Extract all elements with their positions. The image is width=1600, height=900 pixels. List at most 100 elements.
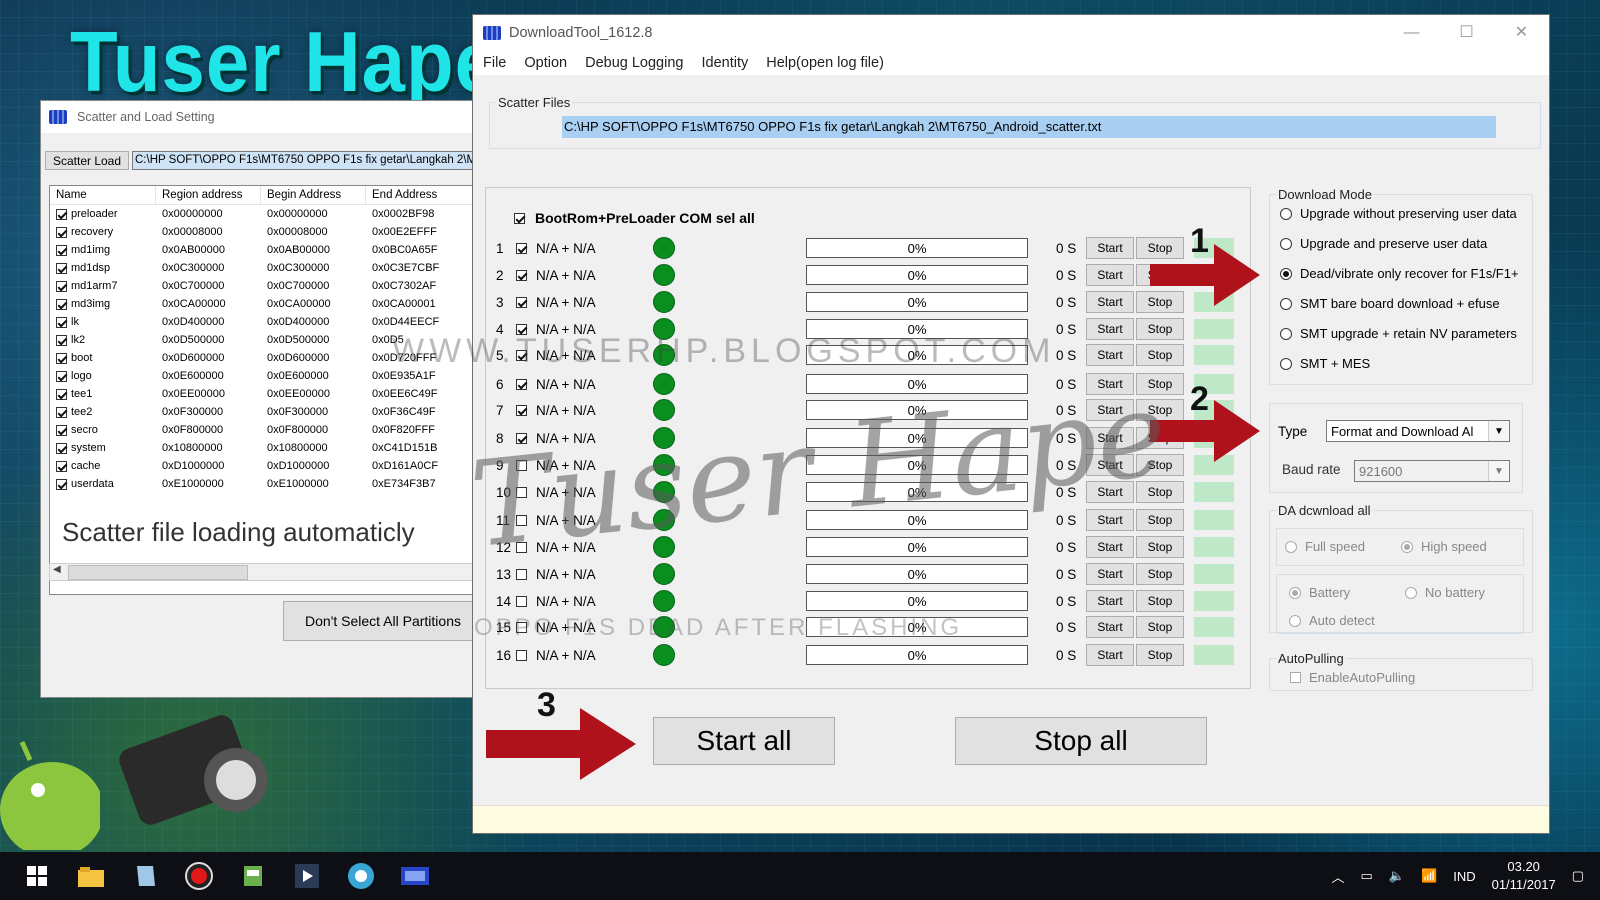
menu-debug-logging[interactable]: Debug Logging xyxy=(585,55,683,71)
port-start-button[interactable]: Start xyxy=(1086,264,1134,286)
type-select[interactable]: Format and Download Al ▼ xyxy=(1326,420,1510,442)
table-row[interactable]: tee2 0x0F300000 0x0F300000 0x0F36C49F xyxy=(50,403,474,421)
partition-checkbox[interactable] xyxy=(56,244,67,256)
chevron-down-icon[interactable]: ▼ xyxy=(1488,421,1509,441)
port-stop-button[interactable]: Stop xyxy=(1136,563,1184,585)
menu-option[interactable]: Option xyxy=(524,55,567,71)
port-stop-button[interactable]: Stop xyxy=(1136,644,1184,666)
port-start-button[interactable]: Start xyxy=(1086,616,1134,638)
partition-checkbox[interactable] xyxy=(56,334,67,346)
download-tool-icon[interactable] xyxy=(398,859,432,893)
download-mode-option[interactable]: Dead/vibrate only recover for F1s/F1+ xyxy=(1280,266,1519,281)
minimize-icon[interactable]: — xyxy=(1384,15,1439,51)
start-all-button[interactable]: Start all xyxy=(653,717,835,765)
partition-checkbox[interactable] xyxy=(56,442,67,454)
table-row[interactable]: cache 0xD1000000 0xD1000000 0xD161A0CF xyxy=(50,457,474,475)
menu-file[interactable]: File xyxy=(483,55,506,71)
table-row[interactable]: md3img 0x0CA00000 0x0CA00000 0x0CA00001 xyxy=(50,295,474,313)
port-start-button[interactable]: Start xyxy=(1086,536,1134,558)
network-icon[interactable]: 📶 xyxy=(1421,868,1437,884)
stop-all-button[interactable]: Stop all xyxy=(955,717,1207,765)
menu-help[interactable]: Help(open log file) xyxy=(766,55,884,71)
full-speed-radio[interactable] xyxy=(1285,540,1297,553)
port-start-button[interactable]: Start xyxy=(1086,291,1134,313)
partition-checkbox[interactable] xyxy=(56,370,67,382)
clock[interactable]: 03.20 01/11/2017 xyxy=(1492,858,1556,894)
partition-checkbox[interactable] xyxy=(56,406,67,418)
table-row[interactable]: tee1 0x0EE00000 0x0EE00000 0x0EE6C49F xyxy=(50,385,474,403)
column-header-begin[interactable]: Begin Address xyxy=(261,186,366,204)
scatter-load-button[interactable]: Scatter Load xyxy=(45,151,129,170)
partition-checkbox[interactable] xyxy=(56,478,67,490)
column-header-end[interactable]: End Address xyxy=(366,186,474,204)
partition-checkbox[interactable] xyxy=(56,208,67,220)
port-checkbox[interactable] xyxy=(516,269,527,281)
port-checkbox[interactable] xyxy=(516,568,527,580)
battery-icon[interactable]: ▭ xyxy=(1361,868,1373,884)
download-mode-radio[interactable] xyxy=(1280,237,1292,250)
port-start-button[interactable]: Start xyxy=(1086,563,1134,585)
port-checkbox[interactable] xyxy=(516,595,527,607)
partition-checkbox[interactable] xyxy=(56,262,67,274)
baud-rate-select[interactable]: 921600 ▼ xyxy=(1354,460,1510,482)
menu-identity[interactable]: Identity xyxy=(701,55,748,71)
port-checkbox[interactable] xyxy=(516,242,527,254)
table-row[interactable]: userdata 0xE1000000 0xE1000000 0xE734F3B7 xyxy=(50,475,474,493)
port-start-button[interactable]: Start xyxy=(1086,344,1134,366)
volume-icon[interactable]: 🔈 xyxy=(1389,868,1405,884)
auto-detect-radio[interactable] xyxy=(1289,614,1301,627)
table-row[interactable]: secro 0x0F800000 0x0F800000 0x0F820FFF xyxy=(50,421,474,439)
maximize-icon[interactable]: ☐ xyxy=(1439,15,1494,51)
partition-checkbox[interactable] xyxy=(56,316,67,328)
port-checkbox[interactable] xyxy=(516,649,527,661)
port-checkbox[interactable] xyxy=(516,296,527,308)
partition-checkbox[interactable] xyxy=(56,352,67,364)
partition-checkbox[interactable] xyxy=(56,298,67,310)
table-row[interactable]: md1img 0x0AB00000 0x0AB00000 0x0BC0A65F xyxy=(50,241,474,259)
partition-checkbox[interactable] xyxy=(56,388,67,400)
high-speed-option[interactable]: High speed xyxy=(1401,539,1487,554)
port-start-button[interactable]: Start xyxy=(1086,237,1134,259)
download-mode-radio[interactable] xyxy=(1280,357,1292,370)
partition-checkbox[interactable] xyxy=(56,226,67,238)
download-mode-radio[interactable] xyxy=(1280,327,1292,340)
download-mode-option[interactable]: Upgrade without preserving user data xyxy=(1280,206,1517,221)
download-mode-option[interactable]: SMT upgrade + retain NV parameters xyxy=(1280,326,1517,341)
table-row[interactable]: lk 0x0D400000 0x0D400000 0x0D44EECF xyxy=(50,313,474,331)
high-speed-radio[interactable] xyxy=(1401,540,1413,553)
chevron-down-icon[interactable]: ▼ xyxy=(1488,461,1509,481)
partition-checkbox[interactable] xyxy=(56,280,67,292)
chevron-up-icon[interactable]: ︿ xyxy=(1332,867,1345,886)
download-mode-radio[interactable] xyxy=(1280,207,1292,220)
record-icon[interactable] xyxy=(182,859,216,893)
scatter-path-field[interactable]: C:\HP SOFT\OPPO F1s\MT6750 OPPO F1s fix … xyxy=(132,151,476,170)
notepad-icon[interactable] xyxy=(128,859,162,893)
full-speed-option[interactable]: Full speed xyxy=(1285,539,1365,554)
port-start-button[interactable]: Start xyxy=(1086,318,1134,340)
dont-select-all-button[interactable]: Don't Select All Partitions xyxy=(283,601,481,641)
download-mode-option[interactable]: SMT + MES xyxy=(1280,356,1370,371)
port-stop-button[interactable]: Stop xyxy=(1136,590,1184,612)
table-row[interactable]: system 0x10800000 0x10800000 0xC41D151B xyxy=(50,439,474,457)
table-row[interactable]: md1arm7 0x0C700000 0x0C700000 0x0C7302AF xyxy=(50,277,474,295)
download-mode-radio[interactable] xyxy=(1280,267,1292,280)
auto-detect-option[interactable]: Auto detect xyxy=(1289,613,1375,628)
file-explorer-icon[interactable] xyxy=(74,859,108,893)
column-header-name[interactable]: Name xyxy=(50,186,156,204)
battery-radio[interactable] xyxy=(1289,586,1301,599)
select-all-checkbox[interactable] xyxy=(514,212,525,224)
start-icon[interactable] xyxy=(20,859,54,893)
port-start-button[interactable]: Start xyxy=(1086,644,1134,666)
table-row[interactable]: md1dsp 0x0C300000 0x0C300000 0x0C3E7CBF xyxy=(50,259,474,277)
horizontal-scrollbar[interactable]: ◀ xyxy=(49,563,475,581)
language-indicator[interactable]: IND xyxy=(1453,869,1475,884)
download-mode-radio[interactable] xyxy=(1280,297,1292,310)
notification-icon[interactable]: ▢ xyxy=(1572,868,1584,884)
scatter-file-path-field[interactable]: C:\HP SOFT\OPPO F1s\MT6750 OPPO F1s fix … xyxy=(562,116,1496,138)
android-sdk-icon[interactable] xyxy=(236,859,270,893)
port-checkbox[interactable] xyxy=(516,404,527,416)
partition-checkbox[interactable] xyxy=(56,424,67,436)
close-icon[interactable]: ✕ xyxy=(1494,15,1549,51)
chrome-like-icon[interactable] xyxy=(344,859,378,893)
scrollbar-thumb[interactable] xyxy=(68,565,248,580)
